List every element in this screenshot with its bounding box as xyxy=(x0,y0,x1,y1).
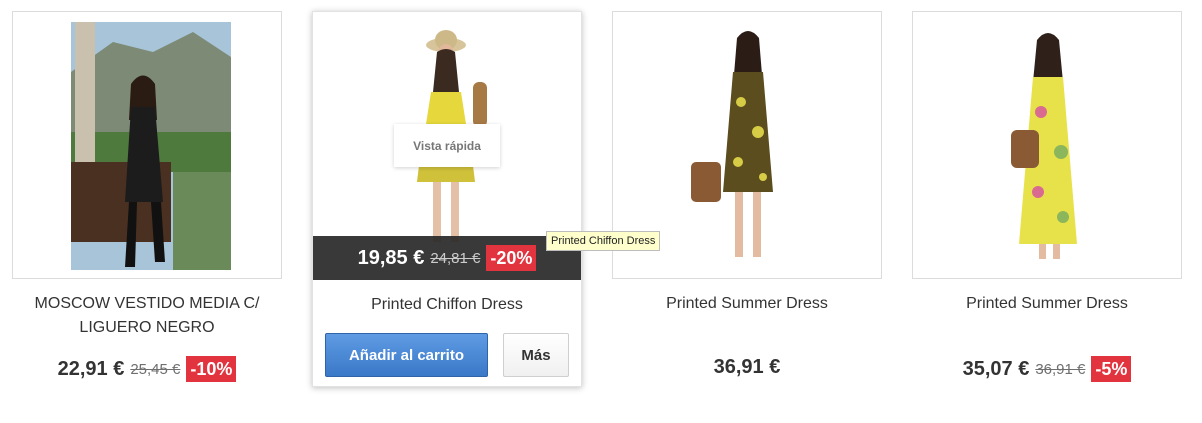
price: 36,91 € xyxy=(713,356,781,378)
product-name[interactable]: Printed Chiffon Dress xyxy=(313,293,581,317)
product-name[interactable]: Printed Summer Dress xyxy=(912,292,1182,316)
product-card-3: Printed Summer Dress 36,91 € xyxy=(600,0,900,423)
product-image-1[interactable] xyxy=(12,11,282,279)
price-row: 22,91 € 25,45 € -10% xyxy=(12,356,282,382)
product-card-2: Vista rápida 19,85 € 24,81 € -20% Printe… xyxy=(312,11,582,387)
price-row: 35,07 € 36,91 € -5% xyxy=(912,356,1182,382)
add-to-cart-button[interactable]: Añadir al carrito xyxy=(325,333,488,377)
old-price: 25,45 € xyxy=(130,360,181,378)
tooltip: Printed Chiffon Dress xyxy=(546,231,661,251)
discount-badge: -5% xyxy=(1091,356,1132,382)
price: 19,85 € xyxy=(357,246,425,269)
more-button[interactable]: Más xyxy=(503,333,569,377)
old-price: 24,81 € xyxy=(430,249,481,267)
discount-badge: -20% xyxy=(486,245,537,271)
product-name[interactable]: MOSCOW VESTIDO MEDIA C/ LIGUERO NEGRO xyxy=(12,292,282,340)
product-photo-1 xyxy=(13,12,281,278)
old-price: 36,91 € xyxy=(1035,360,1086,378)
product-card-4: Printed Summer Dress 35,07 € 36,91 € -5% xyxy=(900,0,1200,423)
price: 35,07 € xyxy=(962,357,1030,380)
product-card-1: MOSCOW VESTIDO MEDIA C/ LIGUERO NEGRO 22… xyxy=(0,0,300,423)
price: 22,91 € xyxy=(57,357,125,380)
price-overlay: 19,85 € 24,81 € -20% xyxy=(313,236,581,280)
product-photo-4 xyxy=(913,12,1181,278)
product-image-2[interactable]: Vista rápida 19,85 € 24,81 € -20% xyxy=(313,12,581,280)
product-image-4[interactable] xyxy=(912,11,1182,279)
discount-badge: -10% xyxy=(186,356,237,382)
quick-view-button[interactable]: Vista rápida xyxy=(394,124,500,167)
product-name[interactable]: Printed Summer Dress xyxy=(612,292,882,316)
price-row: 36,91 € xyxy=(612,356,882,379)
